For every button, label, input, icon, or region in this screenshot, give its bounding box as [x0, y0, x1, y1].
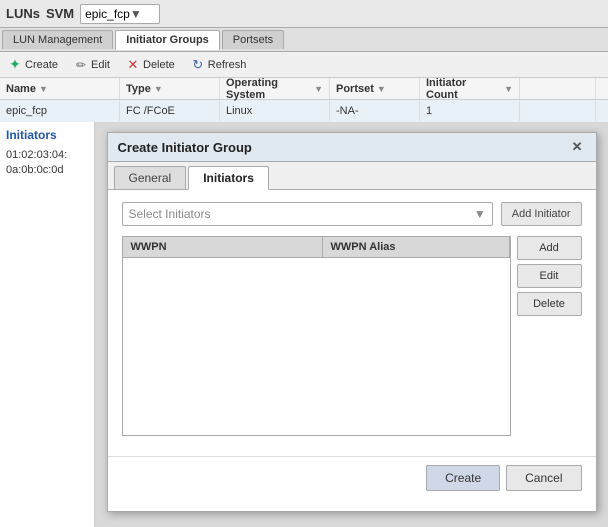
- modal-create-button[interactable]: Create: [426, 465, 500, 491]
- table-area: Name ▼ Type ▼ Operating System ▼ Portset…: [0, 78, 608, 527]
- chevron-down-icon: ▼: [474, 207, 486, 221]
- svm-dropdown-value: epic_fcp: [85, 7, 130, 21]
- modal-body: Select Initiators ▼ Add Initiator WWPN: [108, 190, 596, 448]
- main-tab-bar: LUN Management Initiator Groups Portsets: [0, 28, 608, 52]
- edit-icon: ✏: [74, 58, 88, 72]
- initiators-title: Initiators: [6, 128, 88, 142]
- luns-label: LUNs: [6, 6, 40, 21]
- svm-dropdown[interactable]: epic_fcp ▼: [80, 4, 160, 24]
- filter-icon: ▼: [504, 84, 513, 94]
- left-panel: Initiators 01:02:03:04: 0a:0b:0c:0d: [0, 122, 95, 527]
- cell-os: Linux: [220, 100, 330, 121]
- cell-name: epic_fcp: [0, 100, 120, 121]
- delete-icon: ✕: [126, 58, 140, 72]
- refresh-icon: ↻: [191, 58, 205, 72]
- svm-label: SVM: [46, 6, 74, 21]
- wwpn-edit-button[interactable]: Edit: [517, 264, 582, 288]
- main-area: Name ▼ Type ▼ Operating System ▼ Portset…: [0, 78, 608, 527]
- modal-titlebar: Create Initiator Group ✕: [108, 133, 596, 162]
- column-headers: Name ▼ Type ▼ Operating System ▼ Portset…: [0, 78, 608, 100]
- refresh-button[interactable]: ↻ Refresh: [187, 56, 251, 74]
- create-button[interactable]: ✦ Create: [4, 56, 62, 74]
- modal-tab-bar: General Initiators: [108, 162, 596, 190]
- delete-label: Delete: [143, 59, 175, 71]
- tab-initiator-groups[interactable]: Initiator Groups: [115, 30, 220, 50]
- toolbar: ✦ Create ✏ Edit ✕ Delete ↻ Refresh: [0, 52, 608, 78]
- create-initiator-group-modal: Create Initiator Group ✕ General Initiat…: [107, 132, 597, 512]
- create-label: Create: [25, 59, 58, 71]
- delete-button[interactable]: ✕ Delete: [122, 56, 179, 74]
- chevron-down-icon: ▼: [130, 7, 155, 21]
- cell-portset: -NA-: [330, 100, 420, 121]
- initiator-selector-row: Select Initiators ▼ Add Initiator: [122, 202, 582, 226]
- top-nav: LUNs SVM epic_fcp ▼: [0, 0, 608, 28]
- tab-lun-management[interactable]: LUN Management: [2, 30, 113, 49]
- modal-title: Create Initiator Group: [118, 140, 252, 155]
- wwpn-col-header: WWPN: [123, 237, 323, 257]
- wwpn-header-row: WWPN WWPN Alias: [123, 237, 510, 258]
- cell-extra: [520, 100, 596, 121]
- modal-close-button[interactable]: ✕: [569, 139, 586, 155]
- col-header-os: Operating System ▼: [220, 78, 330, 99]
- wwpn-table: WWPN WWPN Alias: [122, 236, 511, 436]
- filter-icon: ▼: [154, 84, 163, 94]
- col-header-count: Initiator Count ▼: [420, 78, 520, 99]
- initiator-select-value: Select Initiators: [129, 207, 211, 221]
- refresh-label: Refresh: [208, 59, 247, 71]
- initiator-select-dropdown[interactable]: Select Initiators ▼: [122, 202, 493, 226]
- table-row[interactable]: epic_fcp FC /FCoE Linux -NA- 1: [0, 100, 608, 122]
- col-header-portset: Portset ▼: [330, 78, 420, 99]
- modal-footer: Create Cancel: [108, 456, 596, 499]
- cell-count: 1: [420, 100, 520, 121]
- edit-label: Edit: [91, 59, 110, 71]
- wwpn-area: WWPN WWPN Alias Add Edit Delete: [122, 236, 582, 436]
- filter-icon: ▼: [314, 84, 323, 94]
- col-header-type: Type ▼: [120, 78, 220, 99]
- tab-general[interactable]: General: [114, 166, 187, 189]
- tab-portsets[interactable]: Portsets: [222, 30, 284, 49]
- create-icon: ✦: [8, 58, 22, 72]
- edit-button[interactable]: ✏ Edit: [70, 56, 114, 74]
- modal-cancel-button[interactable]: Cancel: [506, 465, 581, 491]
- col-header-extra: [520, 78, 596, 99]
- filter-icon: ▼: [39, 84, 48, 94]
- cell-type: FC /FCoE: [120, 100, 220, 121]
- wwpn-side-buttons: Add Edit Delete: [517, 236, 582, 436]
- initiator-item: 01:02:03:04: 0a:0b:0c:0d: [6, 148, 88, 179]
- modal-overlay: Create Initiator Group ✕ General Initiat…: [95, 122, 608, 527]
- add-initiator-button[interactable]: Add Initiator: [501, 202, 582, 226]
- wwpn-alias-col-header: WWPN Alias: [323, 237, 510, 257]
- wwpn-body: [123, 258, 510, 428]
- tab-initiators[interactable]: Initiators: [188, 166, 269, 190]
- wwpn-add-button[interactable]: Add: [517, 236, 582, 260]
- col-header-name: Name ▼: [0, 78, 120, 99]
- wwpn-delete-button[interactable]: Delete: [517, 292, 582, 316]
- filter-icon: ▼: [377, 84, 386, 94]
